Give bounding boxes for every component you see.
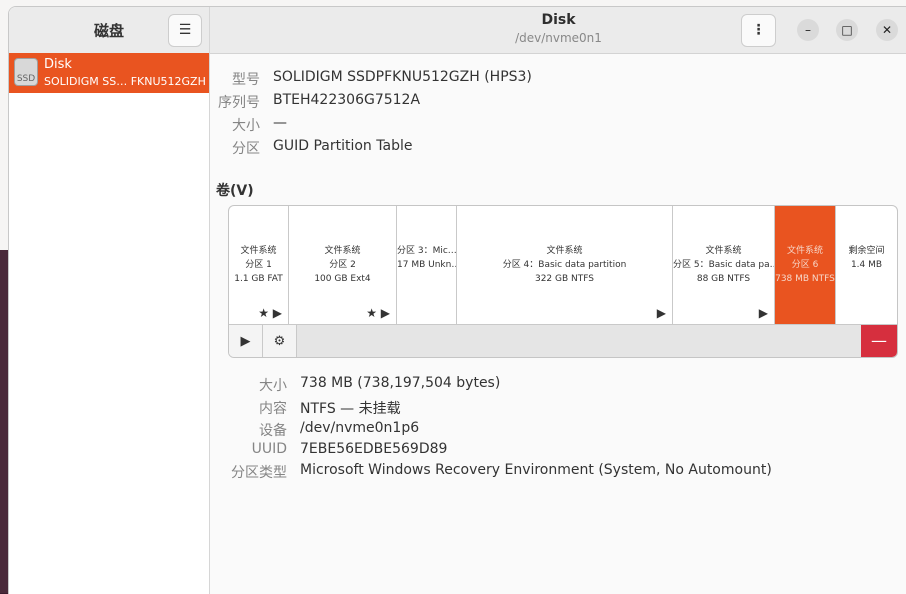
delete-partition-button[interactable]: — — [861, 325, 897, 357]
partition-type: 文件系统 — [786, 246, 823, 256]
play-icon: ▶ — [656, 306, 666, 320]
disks-window: 磁盘 ☰ SSD Disk SOLIDIGM SS… FKNU512GZH Di… — [8, 6, 906, 594]
partition-type: 文件系统 — [705, 246, 742, 256]
sidebar-header: 磁盘 ☰ — [9, 7, 209, 54]
drive-name: Disk — [44, 57, 72, 72]
size-label: 大小 — [232, 118, 260, 134]
partition-type-label: 分区类型 — [231, 465, 287, 481]
partition-size: 17 MB Unkn… — [397, 260, 456, 270]
partition-6[interactable]: 文件系统 分区 6 738 MB NTFS — [775, 206, 836, 324]
device-value: /dev/nvme0n1p6 — [300, 420, 420, 436]
partition-type: 文件系统 — [324, 246, 361, 256]
sidebar-item-disk[interactable]: SSD Disk SOLIDIGM SS… FKNU512GZH — [9, 53, 209, 93]
partition-settings-button[interactable]: ⚙ — [263, 325, 297, 357]
partition-size: 1.4 MB — [850, 260, 883, 270]
model-label: 型号 — [232, 72, 260, 88]
volume-toolbar: ▶ ⚙ — — [229, 324, 897, 357]
partition-type: 文件系统 — [240, 246, 277, 256]
partition-size: 100 GB Ext4 — [314, 274, 371, 284]
maximize-button[interactable]: □ — [836, 19, 858, 41]
volume-map: 文件系统 分区 1 1.1 GB FAT ★ ▶ 文件系统 分区 2 100 G… — [228, 205, 898, 358]
contents-label: 内容 — [259, 401, 287, 417]
device-label: 设备 — [259, 423, 287, 439]
close-button[interactable]: ✕ — [876, 19, 898, 41]
partitioning-value: GUID Partition Table — [273, 138, 413, 154]
uuid-label: UUID — [251, 441, 287, 457]
partition-2[interactable]: 文件系统 分区 2 100 GB Ext4 ★ ▶ — [289, 206, 397, 324]
partition-size-label: 大小 — [259, 378, 287, 394]
drive-options-button[interactable]: ⋮ — [741, 14, 776, 47]
partition-type: 文件系统 — [546, 246, 583, 256]
partition-name: 剩余空间 — [848, 246, 885, 256]
partition-size: 88 GB NTFS — [696, 274, 751, 284]
contents-value: NTFS — 未挂载 — [300, 401, 401, 417]
sidebar: 磁盘 ☰ SSD Disk SOLIDIGM SS… FKNU512GZH — [9, 7, 210, 594]
partition-name: 分区 1 — [245, 260, 272, 270]
star-play-icon: ★ ▶ — [258, 306, 282, 320]
minimize-button[interactable]: – — [797, 19, 819, 41]
partition-name: 分区 5：Basic data pa… — [673, 260, 774, 270]
serial-value: BTEH422306G7512A — [273, 92, 421, 108]
size-value: — — [273, 115, 287, 131]
partition-name: 分区 3：Mic… — [397, 246, 456, 256]
partition-size: 322 GB NTFS — [534, 274, 594, 284]
header-bar: Disk /dev/nvme0n1 ⋮ – □ ✕ — [210, 7, 906, 54]
free-space[interactable]: 剩余空间 1.4 MB — [836, 206, 897, 324]
star-play-icon: ★ ▶ — [366, 306, 390, 320]
volumes-heading: 卷(V) — [216, 183, 254, 199]
partition-size: 738 MB NTFS — [775, 274, 835, 284]
partition-size: 1.1 GB FAT — [234, 274, 283, 284]
serial-label: 序列号 — [218, 95, 260, 111]
partition-1[interactable]: 文件系统 分区 1 1.1 GB FAT ★ ▶ — [229, 206, 289, 324]
mount-button[interactable]: ▶ — [229, 325, 263, 357]
hamburger-menu-button[interactable]: ☰ — [168, 14, 202, 47]
partition-type-value: Microsoft Windows Recovery Environment (… — [300, 462, 772, 478]
drive-details: 型号 SOLIDIGM SSDPFKNU512GZH (HPS3) 序列号 BT… — [210, 54, 906, 594]
play-icon: ▶ — [758, 306, 768, 320]
partitioning-label: 分区 — [232, 141, 260, 157]
ssd-drive-icon: SSD — [14, 58, 38, 86]
uuid-value: 7EBE56EDBE569D89 — [300, 441, 448, 457]
partition-4[interactable]: 文件系统 分区 4：Basic data partition 322 GB NT… — [457, 206, 673, 324]
drive-description: SOLIDIGM SS… FKNU512GZH — [44, 75, 206, 88]
partition-5[interactable]: 文件系统 分区 5：Basic data pa… 88 GB NTFS ▶ — [673, 206, 775, 324]
partition-name: 分区 2 — [329, 260, 356, 270]
partition-name: 分区 6 — [791, 260, 819, 270]
partition-3[interactable]: 分区 3：Mic… 17 MB Unkn… — [397, 206, 457, 324]
partition-size-value: 738 MB (738,197,504 bytes) — [300, 375, 501, 391]
partition-name: 分区 4：Basic data partition — [502, 260, 627, 270]
model-value: SOLIDIGM SSDPFKNU512GZH (HPS3) — [273, 69, 532, 85]
